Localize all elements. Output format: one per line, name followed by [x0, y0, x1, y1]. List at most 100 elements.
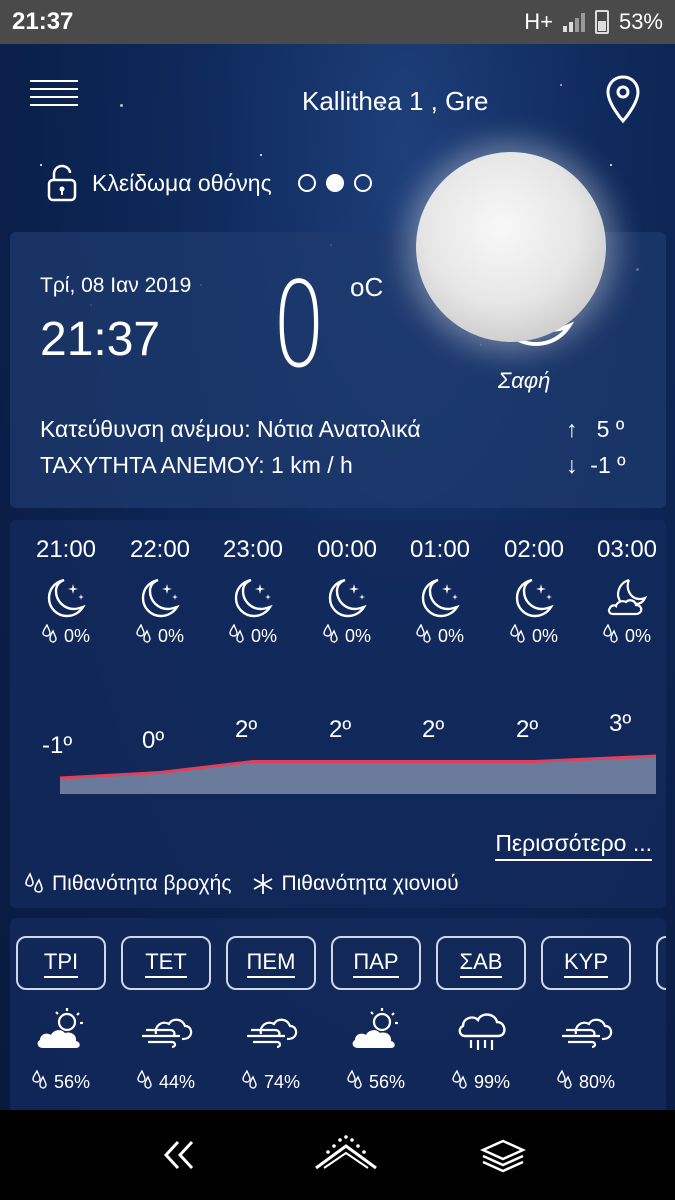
rain-drops-icon	[242, 1069, 258, 1095]
hour-precip: 0%	[21, 623, 111, 649]
hourly-item: 22:00 0%	[115, 536, 205, 649]
more-button[interactable]: Περισσότερο ...	[495, 830, 652, 861]
rain-drops-icon	[557, 1069, 573, 1095]
day-precip: 99%	[436, 1069, 526, 1095]
hour-temperature: 0º	[142, 726, 165, 754]
recent-apps-icon[interactable]	[480, 1138, 526, 1174]
menu-icon[interactable]	[30, 80, 78, 116]
hour-time: 00:00	[316, 536, 378, 563]
hour-temperature: 2º	[516, 715, 539, 743]
hour-precip-value: 0%	[344, 626, 371, 646]
arrow-up-icon: ↑	[566, 416, 578, 442]
rain-drops-icon	[25, 872, 43, 893]
day-tab-label: ΤΡΙ	[43, 949, 79, 978]
day-tab-label: ΤΕΤ	[145, 949, 187, 978]
hourly-item: 03:00 0%	[582, 536, 672, 649]
page-dot[interactable]	[298, 174, 316, 192]
daily-forecast-card[interactable]: ΤΡΙ 56% ΤΕΤ 44% ΠΕΜ 74% ΠΑΡ 56% ΣΑΒ 99% ΚΥΡ 80%	[10, 918, 666, 1110]
hour-precip-value: 0%	[250, 626, 277, 646]
day-precip-value: 74%	[263, 1072, 301, 1092]
rain-drops-icon	[42, 623, 58, 649]
hour-precip: 0%	[208, 623, 298, 649]
location-pin-icon[interactable]	[604, 74, 642, 124]
hour-temperature: 2º	[329, 715, 352, 743]
current-clock: 21:37	[40, 313, 161, 366]
current-temperature: 0	[272, 256, 327, 394]
max-temperature: ↑ 5 º	[566, 416, 624, 443]
back-icon[interactable]	[160, 1138, 200, 1172]
day-tab-label: ΠΑΡ	[353, 949, 399, 978]
day-tab[interactable]: ΣΑΒ	[436, 936, 526, 990]
battery-icon	[594, 10, 609, 34]
hour-temperature: 3º	[609, 710, 632, 737]
temperature-unit: oC	[350, 272, 384, 302]
day-tab[interactable]: ΚΥΡ	[541, 936, 631, 990]
day-tab[interactable]: ΠΕΜ	[226, 936, 316, 990]
unlock-icon	[47, 164, 77, 202]
max-temperature-value: 5 º	[596, 416, 625, 442]
location-title[interactable]: Kallithea 1 , Gre	[302, 86, 572, 117]
moon-stars-icon	[138, 576, 182, 620]
hourly-item: 23:00 0%	[208, 536, 298, 649]
day-precip: 56%	[331, 1069, 421, 1095]
hour-temperature: -1º	[42, 732, 73, 759]
day-tab-partial[interactable]	[656, 936, 666, 990]
snow-legend-label: Πιθανότητα χιονιού	[281, 872, 459, 895]
hour-time: 01:00	[409, 536, 471, 563]
page-dot[interactable]	[354, 174, 372, 192]
day-precip-value: 56%	[368, 1072, 406, 1092]
hourly-forecast-card[interactable]: 21:00 0% 22:00 0% 23:00 0% 00:00 0% 01:00 0% 02:00…	[10, 520, 666, 908]
rain-drops-icon	[137, 1069, 153, 1095]
hour-precip: 0%	[582, 623, 672, 649]
day-precip: 80%	[541, 1069, 631, 1095]
hour-precip-value: 0%	[624, 626, 651, 646]
day-tab-label: ΠΕΜ	[246, 949, 296, 978]
signal-icon	[562, 12, 585, 32]
home-icon[interactable]	[312, 1132, 380, 1174]
moon-stars-icon	[325, 576, 369, 620]
day-tab[interactable]: ΤΡΙ	[16, 936, 106, 990]
navigation-bar	[0, 1110, 675, 1200]
rain-drops-icon	[452, 1069, 468, 1095]
network-type: H+	[524, 9, 553, 34]
page-indicator	[298, 174, 372, 192]
lock-screen-label: Κλείδωμα οθόνης	[92, 169, 272, 196]
day-tab-label: ΚΥΡ	[563, 949, 609, 978]
wind-direction: Κατεύθυνση ανέμου: Νότια Ανατολικά	[40, 416, 421, 442]
status-bar: 21:37 H+ 53%	[0, 0, 675, 44]
wind-cloud-icon	[556, 1006, 616, 1054]
moon-cloud-icon	[605, 576, 649, 620]
page-dot-active[interactable]	[326, 174, 344, 192]
lock-screen-toggle[interactable]: Κλείδωμα οθόνης	[46, 164, 272, 202]
rain-drops-icon	[603, 623, 619, 649]
day-precip: 74%	[226, 1069, 316, 1095]
wind-speed: ΤΑΧΥΤΗΤΑ ΑΝΕΜΟΥ: 1 km / h	[40, 452, 353, 478]
condition-label: Σαφή	[498, 368, 551, 393]
hour-time: 22:00	[129, 536, 191, 563]
hour-precip-value: 0%	[437, 626, 464, 646]
min-temperature: ↓ -1 º	[566, 452, 626, 479]
app-header: Kallithea 1 , Gre	[0, 44, 675, 154]
hour-temperature: 2º	[235, 715, 258, 743]
battery-level: 53%	[618, 9, 663, 34]
hourly-item: 02:00 0%	[489, 536, 579, 649]
wind-cloud-icon	[136, 1006, 196, 1054]
rain-drops-icon	[416, 623, 432, 649]
day-precip-value: 56%	[53, 1072, 91, 1092]
hourly-item: 21:00 0%	[21, 536, 111, 649]
hourly-item: 00:00 0%	[302, 536, 392, 649]
moon-stars-icon	[418, 576, 462, 620]
day-tab[interactable]: ΠΑΡ	[331, 936, 421, 990]
rain-legend-label: Πιθανότητα βροχής	[52, 872, 232, 895]
hour-precip: 0%	[395, 623, 485, 649]
rain-drops-icon	[229, 623, 245, 649]
day-tab-label: ΣΑΒ	[459, 949, 503, 978]
arrow-down-icon: ↓	[566, 452, 578, 478]
moon-stars-icon	[231, 576, 275, 620]
hour-precip: 0%	[302, 623, 392, 649]
hour-precip: 0%	[115, 623, 205, 649]
day-precip-value: 99%	[473, 1072, 511, 1092]
hour-precip-value: 0%	[531, 626, 558, 646]
hour-time: 23:00	[222, 536, 284, 563]
day-tab[interactable]: ΤΕΤ	[121, 936, 211, 990]
